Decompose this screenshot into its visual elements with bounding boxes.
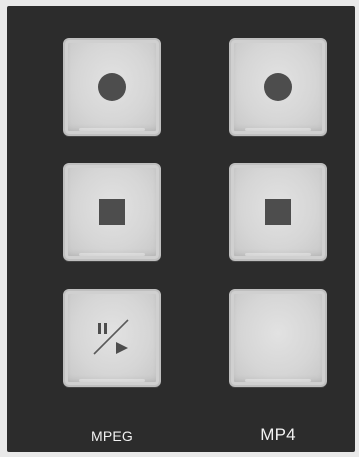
stop-icon (265, 199, 291, 225)
pause-play-icon (93, 319, 129, 355)
mp4-label: MP4 (260, 425, 296, 444)
mp4-record-button[interactable] (229, 38, 327, 136)
mpeg-label: MPEG (90, 428, 134, 444)
mpeg-pause-play-button[interactable] (63, 289, 161, 387)
record-icon (98, 73, 126, 101)
mp4-blank-button[interactable] (229, 289, 327, 387)
mp4-stop-button[interactable] (229, 163, 327, 261)
record-icon (264, 73, 292, 101)
mpeg-stop-button[interactable] (63, 163, 161, 261)
mpeg-record-button[interactable] (63, 38, 161, 136)
stop-icon (99, 199, 125, 225)
